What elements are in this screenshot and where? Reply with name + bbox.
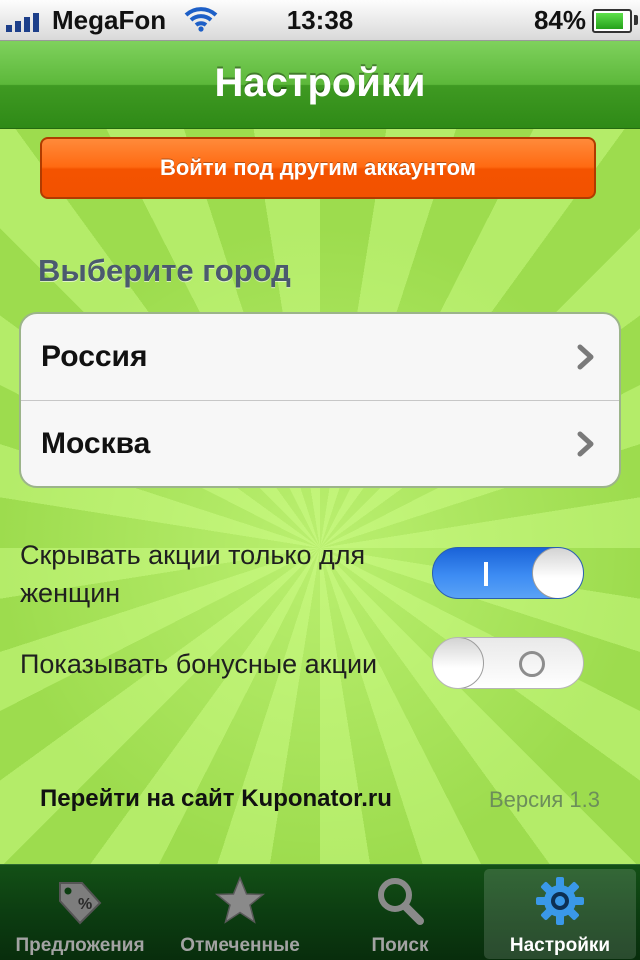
search-icon [378,878,424,925]
switch-account-label: Войти под другим аккаунтом [159,155,477,180]
settings-screen: MegaFon 13:38 84% Настройки Войти под др… [0,0,640,960]
city-label: Москва [41,427,151,460]
city-list: Россия Москва [19,312,621,488]
discount-tag-icon: % [59,882,102,925]
battery-tip [634,15,638,25]
city-section-header: Выберите город [38,253,291,288]
city-row-city[interactable]: Москва [21,401,619,486]
switch-off-mark [519,651,545,677]
country-label: Россия [41,340,148,373]
tab-search[interactable]: Поиск [324,869,476,959]
hide-women-deals-switch[interactable] [432,547,584,599]
sunburst-background [0,128,640,864]
tab-favorites[interactable]: Отмеченные [164,869,316,959]
gear-icon [536,877,584,925]
switch-knob [433,638,484,688]
show-bonus-deals-label: Показывать бонусные акции [20,649,378,679]
page-title: Настройки [214,61,426,105]
battery-percent: 84% [533,5,586,35]
tab-settings-label: Настройки [509,935,611,956]
status-bar: MegaFon 13:38 84% [0,0,640,41]
city-row-country[interactable]: Россия [21,314,619,400]
tab-offers-label: Предложения [15,935,145,956]
battery-icon [592,9,632,33]
svg-text:%: % [78,896,92,913]
navigation-bar: Настройки [0,41,640,129]
website-link[interactable]: Перейти на сайт Kuponator.ru [40,785,392,813]
star-icon [214,876,266,924]
hide-women-deals-label: Скрывать акции только для женщин [20,540,366,608]
tab-settings[interactable]: Настройки [484,869,636,959]
switch-knob [532,548,583,598]
switch-on-mark [484,562,488,586]
tab-bar: % Предложения Отмеченные Поиск Настройки [0,864,640,960]
chevron-right-icon [577,344,594,370]
tab-search-label: Поиск [371,935,429,956]
tab-offers[interactable]: % Предложения [4,869,156,959]
chevron-right-icon [577,431,594,457]
show-bonus-deals-switch[interactable] [432,637,584,689]
tab-favorites-label: Отмеченные [180,935,300,956]
battery-level [596,13,623,29]
version-label: Версия 1.3 [488,787,600,812]
switch-account-button[interactable]: Войти под другим аккаунтом [40,137,596,199]
